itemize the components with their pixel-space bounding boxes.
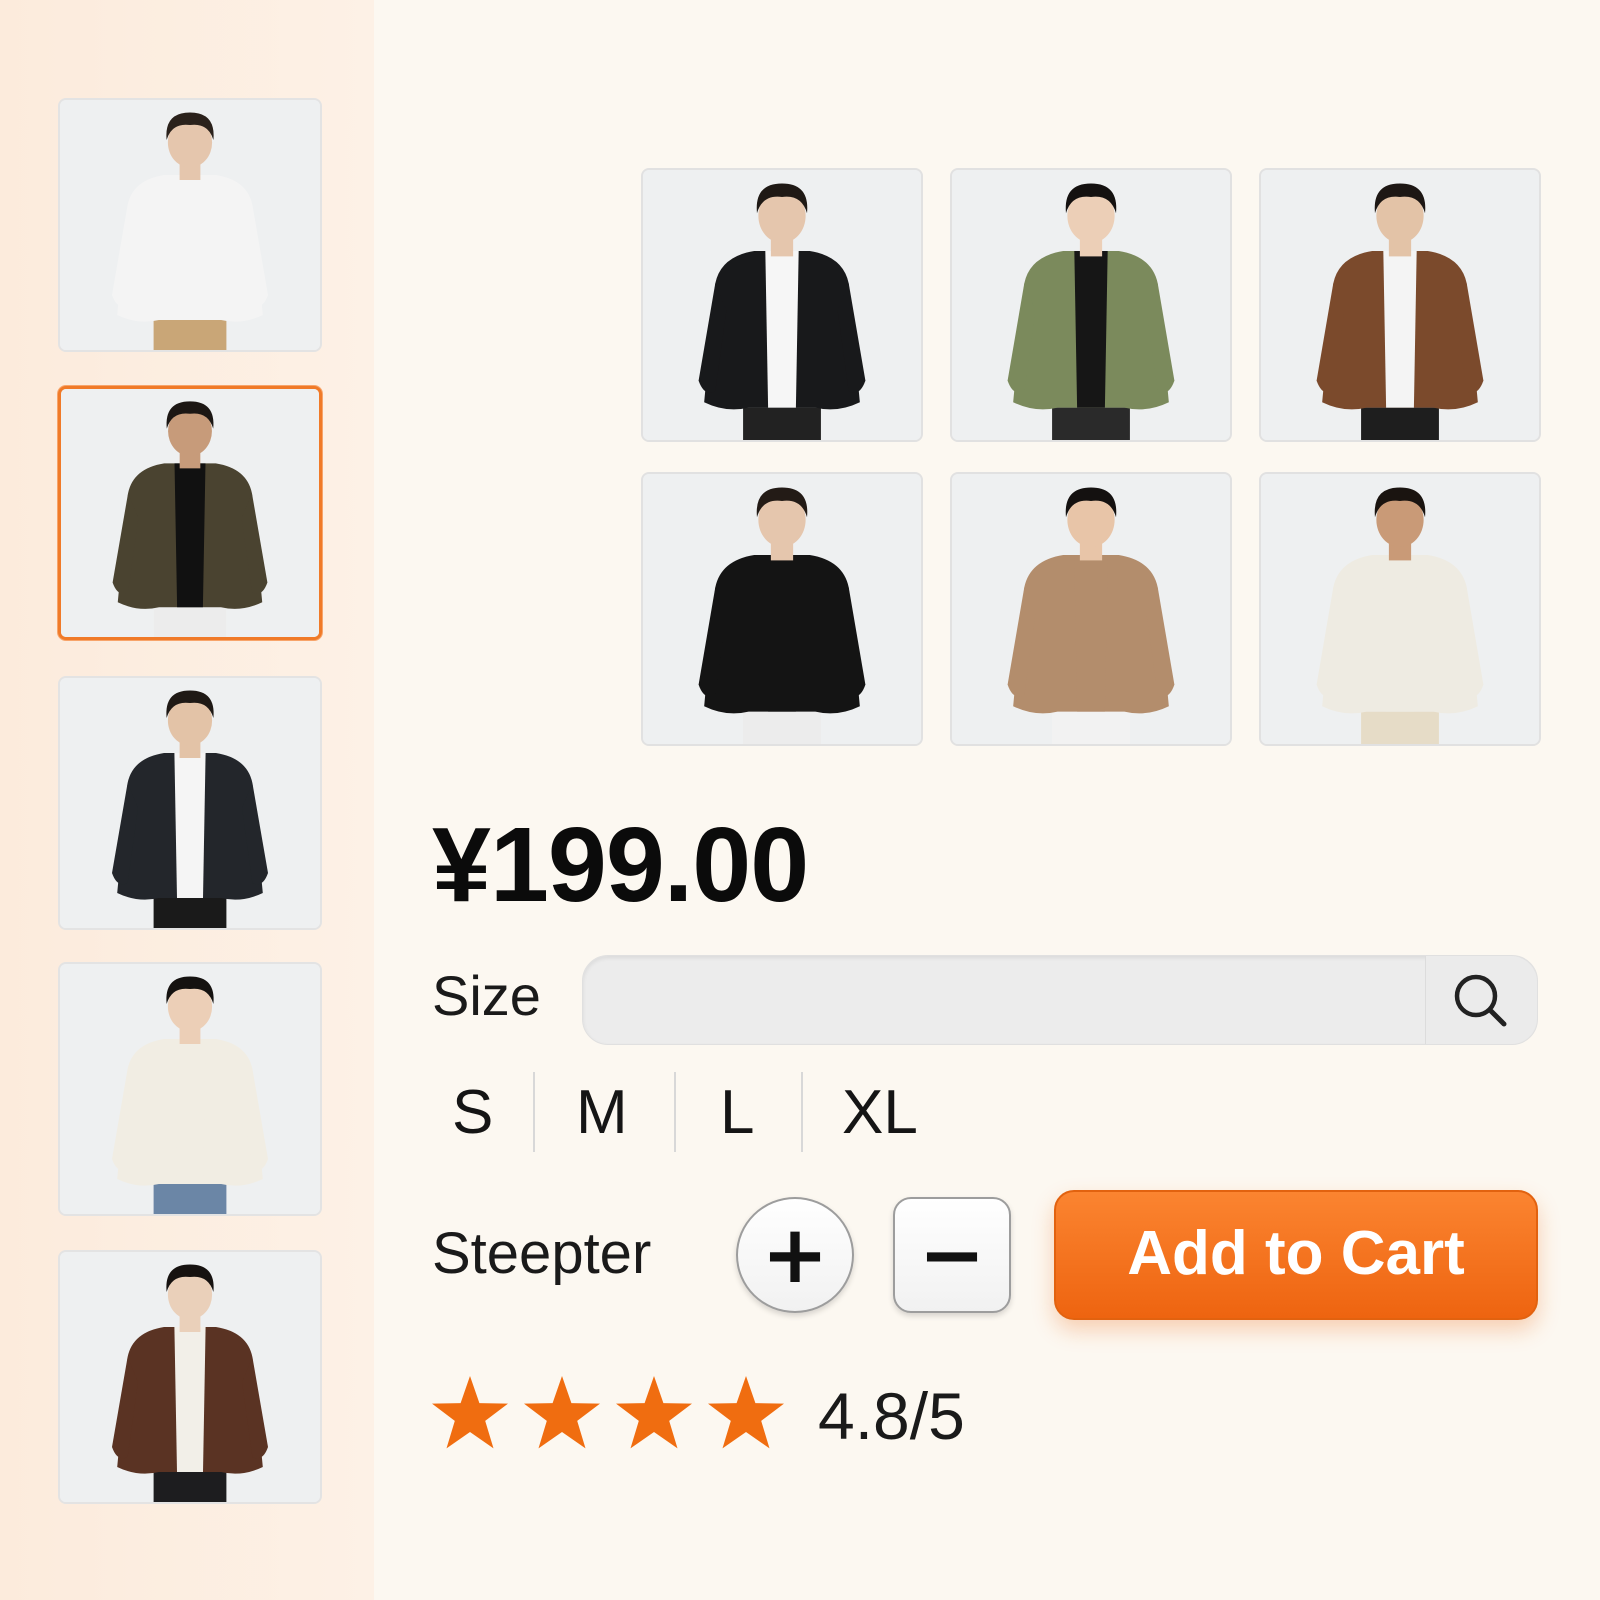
size-divider xyxy=(533,1072,535,1152)
model-photo xyxy=(61,389,319,637)
size-search-bar xyxy=(582,955,1538,1045)
size-option-l[interactable]: L xyxy=(720,1082,754,1144)
thumbnail-5[interactable] xyxy=(58,1250,322,1504)
model-photo xyxy=(952,474,1230,744)
size-search-input[interactable] xyxy=(603,956,1423,1044)
thumbnail-1[interactable] xyxy=(58,98,322,352)
product-tile-4[interactable] xyxy=(641,472,923,746)
star-icon xyxy=(524,1376,600,1449)
thumbnail-sidebar xyxy=(0,0,374,1600)
product-tile-2[interactable] xyxy=(950,168,1232,442)
model-photo xyxy=(60,678,320,928)
add-to-cart-button[interactable]: Add to Cart xyxy=(1054,1190,1538,1320)
thumbnail-2[interactable] xyxy=(58,386,322,640)
stepper-label: Steepter xyxy=(432,1221,652,1286)
thumbnail-4[interactable] xyxy=(58,962,322,1216)
model-photo xyxy=(60,964,320,1214)
search-icon xyxy=(1454,974,1507,1027)
size-option-xl[interactable]: XL xyxy=(842,1082,918,1144)
model-photo xyxy=(60,100,320,350)
product-tile-5[interactable] xyxy=(950,472,1232,746)
product-tile-3[interactable] xyxy=(1259,168,1541,442)
thumbnail-3[interactable] xyxy=(58,676,322,930)
rating-stars xyxy=(428,1376,788,1456)
product-tile-1[interactable] xyxy=(641,168,923,442)
star-icon xyxy=(708,1376,784,1449)
product-price: ¥199.00 xyxy=(432,806,809,924)
star-icon xyxy=(616,1376,692,1449)
model-photo xyxy=(1261,474,1539,744)
model-photo xyxy=(952,170,1230,440)
size-divider xyxy=(801,1072,803,1152)
size-option-s[interactable]: S xyxy=(452,1082,493,1144)
model-photo xyxy=(1261,170,1539,440)
rating-score: 4.8/5 xyxy=(818,1379,965,1453)
model-photo xyxy=(60,1252,320,1502)
product-tile-6[interactable] xyxy=(1259,472,1541,746)
model-photo xyxy=(643,474,921,744)
size-label: Size xyxy=(432,964,541,1027)
model-photo xyxy=(643,170,921,440)
search-button[interactable] xyxy=(1425,956,1537,1044)
quantity-increment-button[interactable]: + xyxy=(736,1197,854,1313)
star-icon xyxy=(432,1376,508,1449)
size-option-m[interactable]: M xyxy=(576,1082,628,1144)
quantity-decrement-button[interactable]: − xyxy=(893,1197,1011,1313)
size-divider xyxy=(674,1072,676,1152)
